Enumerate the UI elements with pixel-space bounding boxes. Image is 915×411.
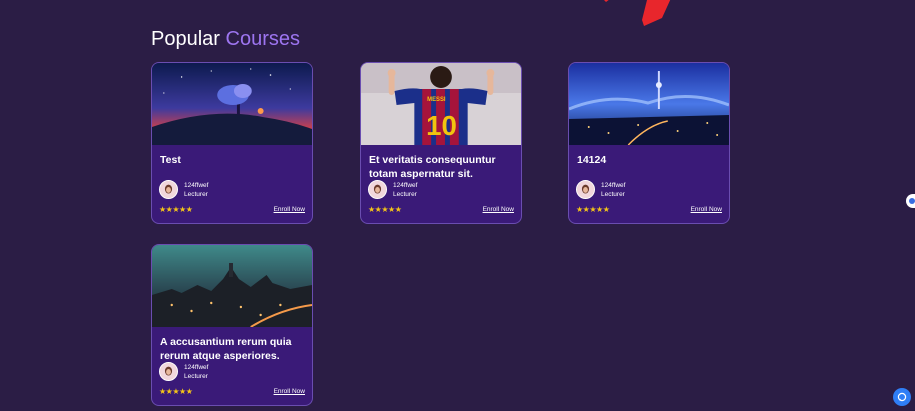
course-card-footer: ★★★★★ Enroll Now (368, 205, 514, 214)
decorative-shape (604, 0, 671, 26)
course-card-footer: ★★★★★ Enroll Now (576, 205, 722, 214)
course-thumbnail: MESSI 10 (361, 63, 521, 145)
avatar (159, 362, 178, 381)
course-author: 124ffwef Lecturer (576, 180, 625, 199)
enroll-now-link[interactable]: Enroll Now (274, 388, 305, 395)
section-title-accent: Courses (225, 28, 300, 50)
star-rating: ★★★★★ (159, 205, 193, 214)
enroll-now-link[interactable]: Enroll Now (483, 206, 514, 213)
author-name: 124ffwef (184, 363, 209, 371)
chat-icon (897, 392, 907, 402)
author-name: 124ffwef (393, 181, 418, 189)
svg-text:MESSI: MESSI (427, 97, 446, 103)
section-title: Popular Courses (151, 28, 300, 51)
author-role: Lecturer (184, 372, 208, 380)
avatar (368, 180, 387, 199)
course-thumbnail (569, 63, 729, 145)
avatar (159, 180, 178, 199)
course-card[interactable]: A accusantium rerum quia rerum atque asp… (151, 244, 313, 406)
course-title: A accusantium rerum quia rerum atque asp… (160, 336, 292, 362)
author-name: 124ffwef (601, 181, 626, 189)
author-name: 124ffwef (184, 181, 209, 189)
author-role: Lecturer (393, 190, 417, 198)
star-rating: ★★★★★ (368, 205, 402, 214)
course-card-footer: ★★★★★ Enroll Now (159, 205, 305, 214)
star-rating: ★★★★★ (159, 387, 193, 396)
chat-button[interactable] (893, 388, 911, 406)
author-role: Lecturer (601, 190, 625, 198)
course-author: 124ffwef Lecturer (159, 362, 208, 381)
svg-text:10: 10 (426, 110, 457, 141)
avatar (576, 180, 595, 199)
course-card-footer: ★★★★★ Enroll Now (159, 387, 305, 396)
course-author: 124ffwef Lecturer (159, 180, 208, 199)
course-card[interactable]: 14124 124ffwef Lecturer ★★★★★ Enroll Now (568, 62, 730, 224)
course-card[interactable]: Test 124ffwef Lecturer ★★★★★ Enroll Now (151, 62, 313, 224)
course-card[interactable]: MESSI 10 Et veritatis consequuntur totam… (360, 62, 522, 224)
course-title: Test (160, 154, 181, 166)
course-thumbnail (152, 245, 312, 327)
author-role: Lecturer (184, 190, 208, 198)
star-rating: ★★★★★ (576, 205, 610, 214)
course-author: 124ffwef Lecturer (368, 180, 417, 199)
enroll-now-link[interactable]: Enroll Now (691, 206, 722, 213)
side-widget-icon[interactable] (906, 194, 915, 208)
course-thumbnail (152, 63, 312, 145)
course-title: Et veritatis consequuntur totam aspernat… (369, 154, 496, 180)
section-title-main: Popular (151, 28, 220, 50)
course-title: 14124 (577, 154, 607, 166)
enroll-now-link[interactable]: Enroll Now (274, 206, 305, 213)
